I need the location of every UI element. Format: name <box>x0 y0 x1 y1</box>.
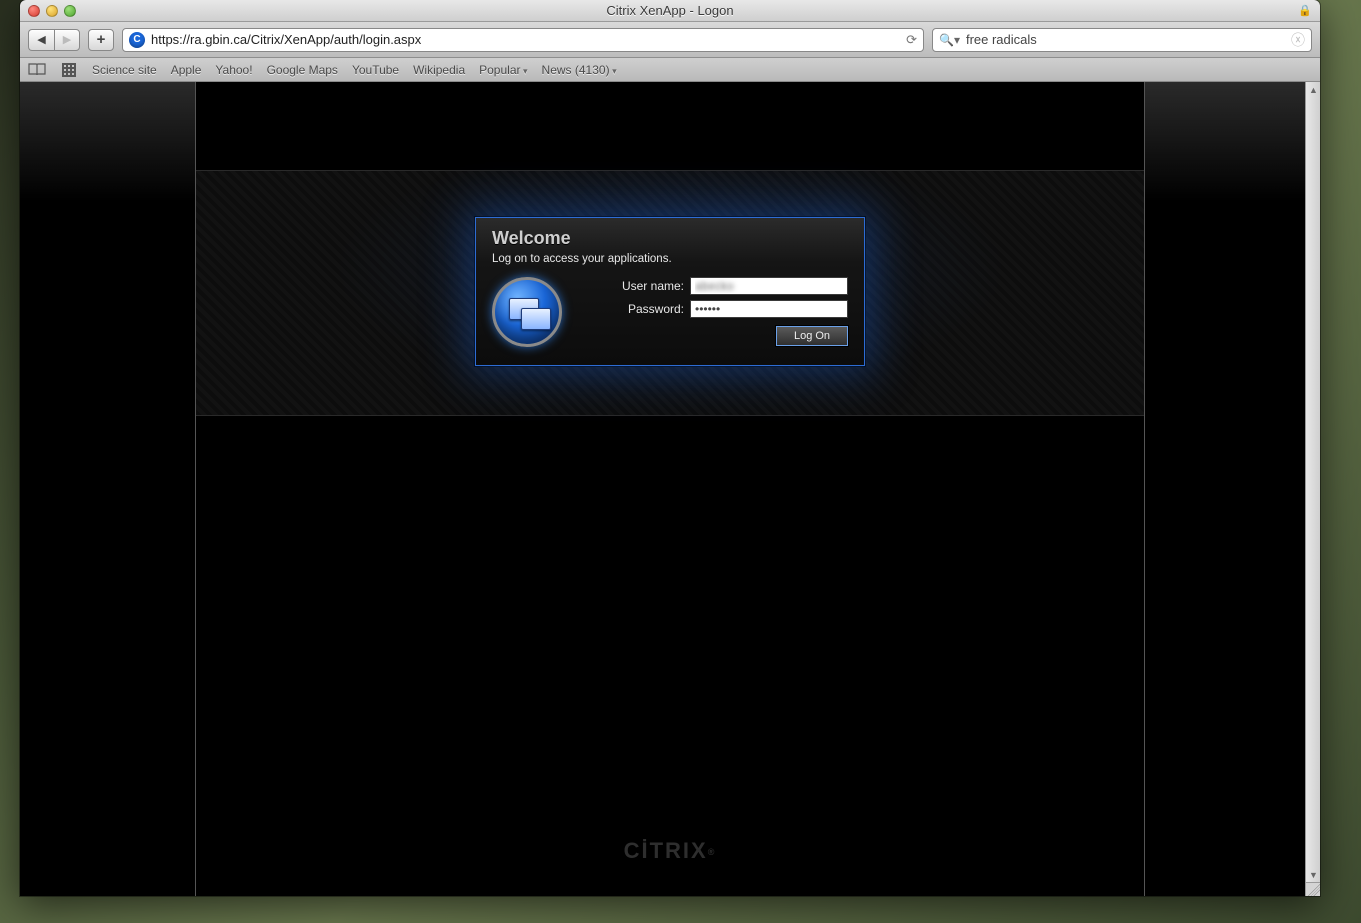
site-favicon-icon: C <box>129 32 145 48</box>
scroll-down-icon[interactable]: ▼ <box>1306 867 1320 882</box>
content-area: Welcome Log on to access your applicatio… <box>20 82 1320 896</box>
login-title: Welcome <box>492 228 848 249</box>
bookmark-google-maps[interactable]: Google Maps <box>267 63 338 77</box>
resize-grip[interactable] <box>1305 882 1320 896</box>
window-minimize-button[interactable] <box>46 5 58 17</box>
forward-button[interactable]: ▶ <box>54 29 80 51</box>
back-button[interactable]: ◀ <box>28 29 54 51</box>
top-sites-icon[interactable] <box>60 63 78 77</box>
bookmark-science-site[interactable]: Science site <box>92 63 157 77</box>
bookmark-popular[interactable]: Popular <box>479 63 527 77</box>
vertical-scrollbar[interactable]: ▲ ▼ <box>1305 82 1320 882</box>
reload-icon[interactable]: ⟳ <box>906 32 917 48</box>
bookmark-news[interactable]: News (4130) <box>542 63 617 77</box>
xenapp-icon <box>492 277 562 347</box>
bookmark-apple[interactable]: Apple <box>171 63 202 77</box>
bookmark-youtube[interactable]: YouTube <box>352 63 399 77</box>
search-input[interactable] <box>966 32 1285 47</box>
browser-window: Citrix XenApp - Logon 🔒 ◀ ▶ + C https://… <box>20 0 1320 896</box>
citrix-footer-logo: CİTRIX® <box>196 838 1144 864</box>
carbon-band: Welcome Log on to access your applicatio… <box>196 170 1144 416</box>
window-close-button[interactable] <box>28 5 40 17</box>
scroll-up-icon[interactable]: ▲ <box>1306 82 1320 97</box>
address-url: https://ra.gbin.ca/Citrix/XenApp/auth/lo… <box>151 32 900 47</box>
page-inner: Welcome Log on to access your applicatio… <box>195 82 1145 896</box>
search-icon: 🔍▾ <box>939 33 960 47</box>
username-input[interactable] <box>690 277 848 295</box>
login-subtitle: Log on to access your applications. <box>492 253 848 265</box>
page-background: Welcome Log on to access your applicatio… <box>20 82 1320 896</box>
citrix-brand-text: CİTRIX <box>624 838 708 863</box>
logon-button[interactable]: Log On <box>776 326 848 346</box>
username-label: User name: <box>622 279 684 293</box>
bookmark-yahoo[interactable]: Yahoo! <box>215 63 252 77</box>
bookmark-wikipedia[interactable]: Wikipedia <box>413 63 465 77</box>
add-bookmark-button[interactable]: + <box>88 29 114 51</box>
search-bar[interactable]: 🔍▾ ⓧ <box>932 28 1312 52</box>
titlebar: Citrix XenApp - Logon 🔒 <box>20 0 1320 22</box>
clear-search-icon[interactable]: ⓧ <box>1291 30 1305 50</box>
address-bar[interactable]: C https://ra.gbin.ca/Citrix/XenApp/auth/… <box>122 28 924 52</box>
password-label: Password: <box>628 302 684 316</box>
bookmarks-bar: Science site Apple Yahoo! Google Maps Yo… <box>20 58 1320 82</box>
password-input[interactable] <box>690 300 848 318</box>
window-title: Citrix XenApp - Logon <box>20 3 1320 18</box>
login-form: User name: Password: Log On <box>580 277 848 346</box>
toolbar: ◀ ▶ + C https://ra.gbin.ca/Citrix/XenApp… <box>20 22 1320 58</box>
lock-icon: 🔒 <box>1298 4 1312 17</box>
window-zoom-button[interactable] <box>64 5 76 17</box>
reading-list-icon[interactable] <box>28 63 46 77</box>
login-box: Welcome Log on to access your applicatio… <box>475 217 865 366</box>
